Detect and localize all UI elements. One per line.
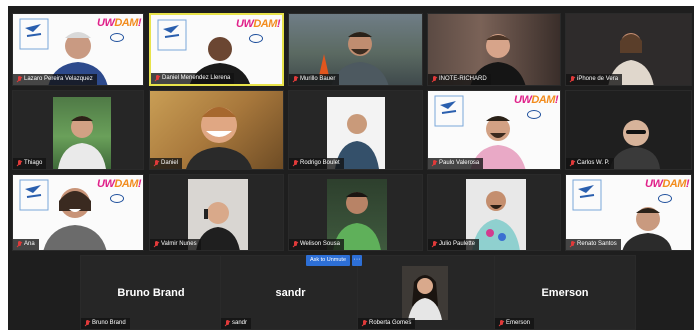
ask-to-unmute-button[interactable]: Ask to Unmute — [306, 255, 350, 266]
muted-mic-icon — [16, 76, 22, 83]
participant-display-name: Emerson — [541, 286, 589, 299]
video-gallery: UWDAM! Lazaro Pereira Velazquez UWDAM! D… — [8, 6, 694, 330]
video-tile[interactable]: Rodrigo Boulet — [288, 90, 423, 170]
traffic-cone-icon — [319, 54, 329, 76]
video-tile[interactable]: Carlos W. P. — [565, 90, 692, 170]
muted-mic-icon — [153, 241, 159, 248]
video-tile[interactable]: Thiago — [12, 90, 144, 170]
video-tile[interactable]: Daniel — [149, 90, 284, 170]
muted-mic-icon — [431, 160, 437, 167]
video-tile[interactable]: UWDAM! Paulo Valerosa — [427, 90, 561, 170]
participant-name-label: Renato Santos — [566, 239, 621, 250]
participant-name-label: Ana — [13, 239, 39, 250]
participant-name-label: Lazaro Pereira Velazquez — [13, 74, 97, 85]
participant-name-label: Rodrigo Boulet — [289, 158, 344, 169]
participant-name-label: Welison Sousa — [289, 239, 344, 250]
video-tile[interactable]: Murillo Bauer — [288, 13, 423, 86]
video-tile[interactable]: iPhone de Vera — [565, 13, 692, 86]
participant-name-label: Bruno Brand — [81, 318, 130, 329]
video-tile-camera-off[interactable]: sandr sandr — [220, 255, 361, 330]
muted-mic-icon — [569, 76, 575, 83]
video-tile-camera-off[interactable]: Bruno Brand Bruno Brand — [80, 255, 222, 330]
participant-name-label: Carlos W. P. — [566, 158, 614, 169]
muted-mic-icon — [153, 160, 159, 167]
participant-video — [58, 116, 106, 169]
participant-name-label: Murillo Bauer — [289, 74, 340, 85]
participant-display-name: Bruno Brand — [117, 286, 185, 299]
running-logo-icon — [157, 19, 187, 51]
participant-name-label: Daniel Menendez Llerena — [151, 73, 235, 84]
participant-name-label: Paulo Valerosa — [428, 158, 484, 169]
video-tile[interactable]: Julio Paulette — [427, 174, 561, 251]
running-logo-icon — [572, 179, 602, 211]
video-tile[interactable]: Valmir Nunes — [149, 174, 284, 251]
muted-mic-icon — [292, 76, 298, 83]
more-options-button[interactable]: ··· — [352, 255, 362, 266]
muted-mic-icon — [16, 241, 22, 248]
participant-name-label: Roberta Gomes — [358, 318, 416, 329]
participant-name-label: Valmir Nunes — [150, 239, 201, 250]
video-tile[interactable]: UWDAM! Ana — [12, 174, 144, 251]
muted-mic-icon — [431, 76, 437, 83]
video-tile[interactable]: INOTE-RICHARD — [427, 13, 561, 86]
muted-mic-icon — [16, 160, 22, 167]
video-tile[interactable]: UWDAM! Renato Santos — [565, 174, 692, 251]
participant-name-label: INOTE-RICHARD — [428, 74, 491, 85]
participant-name-label: Julio Paulette — [428, 239, 480, 250]
running-logo-icon — [434, 95, 464, 127]
muted-mic-icon — [569, 241, 575, 248]
video-tile-camera-off[interactable]: Emerson Emerson — [494, 255, 636, 330]
muted-mic-icon — [154, 75, 160, 82]
participant-video — [402, 266, 448, 320]
muted-mic-icon — [569, 160, 575, 167]
participant-video — [622, 207, 672, 250]
muted-mic-icon — [84, 320, 90, 327]
participant-display-name: sandr — [275, 286, 306, 299]
muted-mic-icon — [292, 160, 298, 167]
muted-mic-icon — [431, 241, 437, 248]
participant-name-label: iPhone de Vera — [566, 74, 623, 85]
muted-mic-icon — [292, 241, 298, 248]
participant-name-label: Thiago — [13, 158, 47, 169]
participant-video — [186, 107, 252, 169]
muted-mic-icon — [498, 320, 504, 327]
video-tile[interactable]: Welison Sousa — [288, 174, 423, 251]
video-tile[interactable]: Roberta Gomes — [357, 255, 498, 330]
participant-video — [43, 188, 107, 250]
muted-mic-icon — [361, 320, 367, 327]
video-tile-active-speaker[interactable]: UWDAM! Daniel Menendez Llerena — [149, 13, 284, 86]
participant-name-label: sandr — [221, 318, 252, 329]
video-tile[interactable]: UWDAM! Lazaro Pereira Velazquez — [12, 13, 144, 86]
muted-mic-icon — [224, 320, 230, 327]
participant-name-label: Daniel — [150, 158, 183, 169]
participant-name-label: Emerson — [495, 318, 535, 329]
